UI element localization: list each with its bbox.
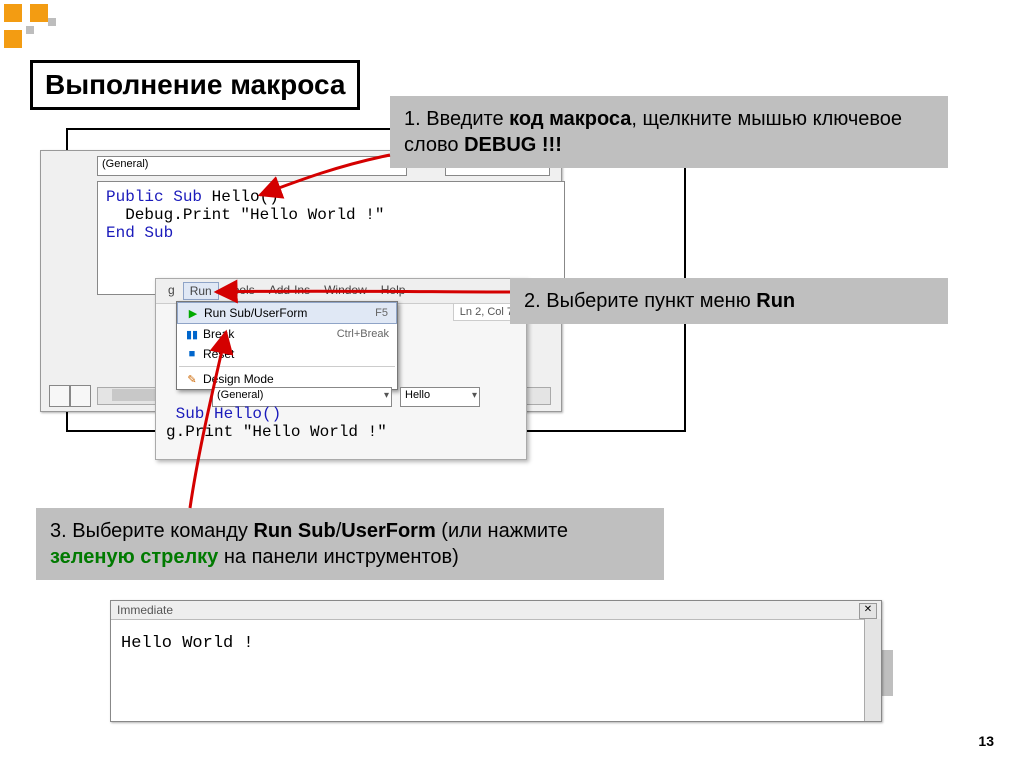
menu-item-tools[interactable]: Tools [221,282,261,300]
callout-step-2: 2. Выберите пункт меню Run [510,278,948,324]
immediate-window: Immediate ✕ Hello World ! [110,600,882,722]
menu-design-mode[interactable]: ✎ Design Mode [177,369,397,389]
view-mode-icons[interactable] [49,385,91,407]
menu-break[interactable]: ▮▮ Break Ctrl+Break [177,324,397,344]
play-icon: ▶ [182,307,204,320]
immediate-title: Immediate [111,601,881,620]
menu-reset[interactable]: ■ Reset [177,344,397,364]
stop-icon: ■ [181,348,203,360]
menu-item-window[interactable]: Window [318,282,373,300]
procedure-combo-2[interactable]: Hello [400,387,480,407]
close-icon[interactable]: ✕ [859,603,877,619]
pause-icon: ▮▮ [181,328,203,341]
callout-step-1: 1. Введите код макроса, щелкните мышью к… [390,96,948,168]
vertical-scrollbar[interactable] [864,619,881,721]
code-snippet: Sub Hello() g.Print "Hello World !" [166,405,387,441]
callout-step-3: 3. Выберите команду Run Sub/UserForm (ил… [36,508,664,580]
immediate-output: Hello World ! [111,620,881,667]
menu-run-sub-userform[interactable]: ▶ Run Sub/UserForm F5 [177,302,397,324]
vba-run-menu-screenshot: g Run Tools Add-Ins Window Help Ln 2, Co… [155,278,527,460]
menu-item-g[interactable]: g [162,282,181,300]
object-combo-2[interactable]: (General) [212,387,392,407]
slide-title: Выполнение макроса [30,60,360,110]
run-dropdown[interactable]: ▶ Run Sub/UserForm F5 ▮▮ Break Ctrl+Brea… [176,301,398,390]
menu-item-run[interactable]: Run [183,282,219,300]
menu-item-addins[interactable]: Add-Ins [263,282,316,300]
object-combo[interactable]: (General) [97,156,407,176]
page-number: 13 [978,733,994,749]
design-icon: ✎ [181,373,203,386]
menu-item-help[interactable]: Help [375,282,412,300]
